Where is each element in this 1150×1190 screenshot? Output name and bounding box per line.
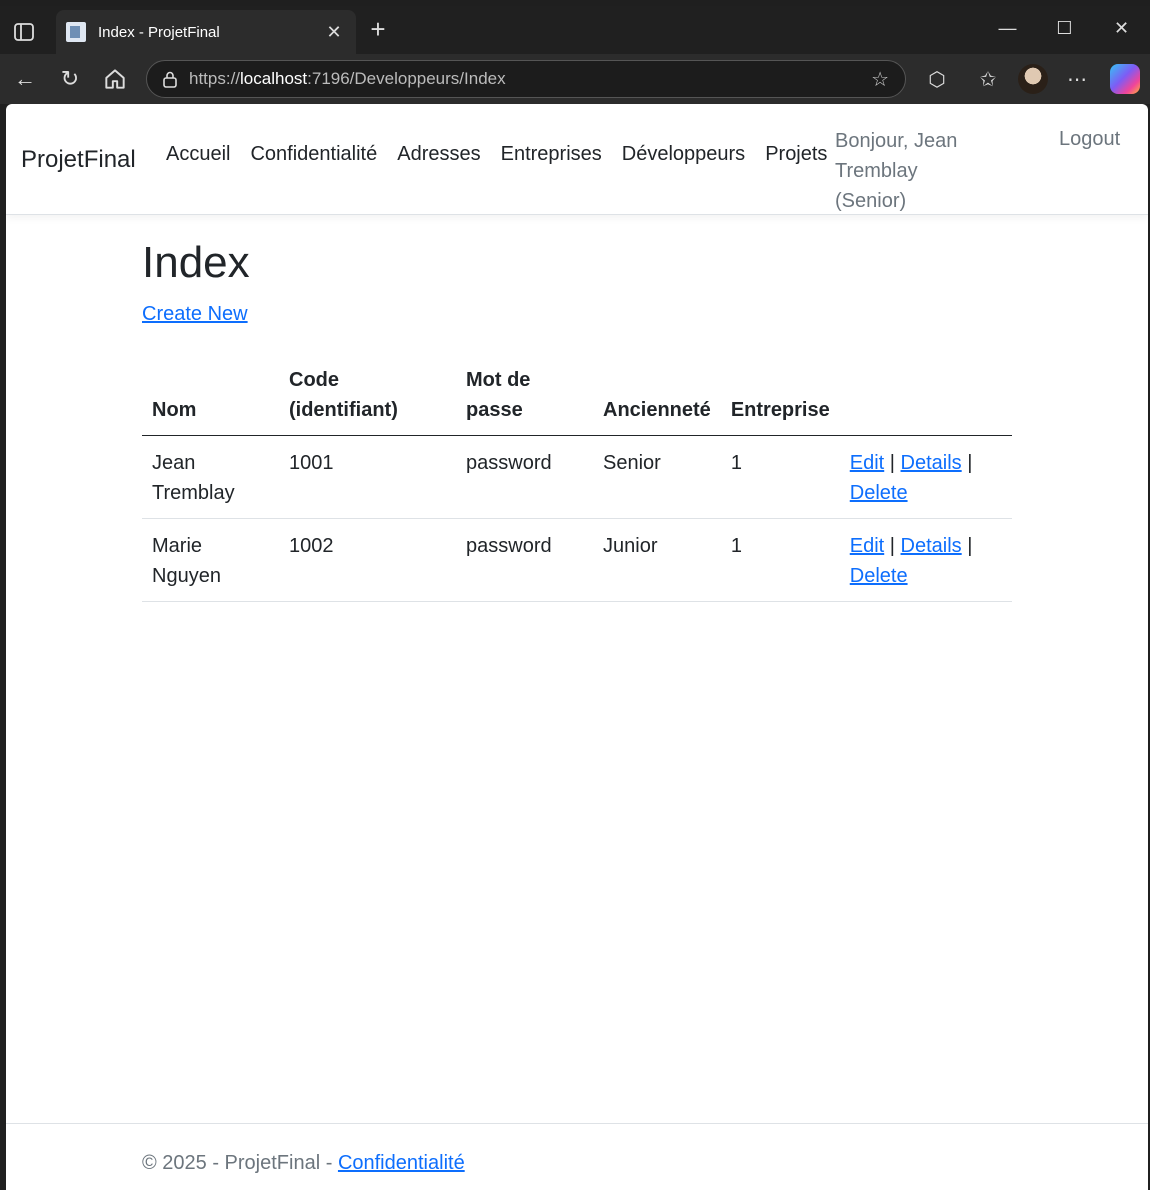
- cell-mot-de-passe: password: [456, 435, 593, 519]
- footer-text: © 2025 - ProjetFinal - Confidentialité: [142, 1152, 465, 1175]
- footer-confidentialite-link[interactable]: Confidentialité: [338, 1152, 465, 1174]
- page-title: Index: [142, 238, 250, 287]
- logout-link[interactable]: Logout: [1059, 128, 1120, 151]
- url-text[interactable]: https://localhost:7196/Developpeurs/Inde…: [189, 69, 871, 89]
- sidebar-toggle-icon[interactable]: [12, 20, 36, 44]
- tab-bar: Index - ProjetFinal ✕ + — ☐ ✕: [0, 6, 1150, 54]
- browser-tab-active[interactable]: Index - ProjetFinal ✕: [56, 10, 356, 54]
- column-header-mot-de-passe: Mot de passe: [456, 359, 593, 436]
- separator: |: [889, 535, 895, 557]
- new-tab-icon[interactable]: +: [364, 16, 392, 44]
- extensions-icon[interactable]: ⬡: [924, 66, 950, 92]
- browser-chrome: Index - ProjetFinal ✕ + — ☐ ✕ ← ↻ https:…: [0, 0, 1150, 104]
- user-greeting[interactable]: Bonjour, Jean Tremblay (Senior): [835, 126, 1045, 216]
- table-row: Jean Tremblay 1001 password Senior 1 Edit…: [142, 435, 1012, 519]
- profile-avatar[interactable]: [1018, 64, 1048, 94]
- cell-code: 1001: [279, 435, 456, 519]
- separator: |: [889, 452, 895, 474]
- copyright-text: © 2025 - ProjetFinal -: [142, 1152, 338, 1174]
- page-favicon-icon: [66, 22, 86, 42]
- cell-actions: Edit | Details | Delete: [839, 435, 1012, 519]
- tab-title: Index - ProjetFinal: [98, 23, 220, 41]
- create-new-link[interactable]: Create New: [142, 303, 248, 326]
- page-viewport: ProjetFinal Accueil Confidentialité Adre…: [6, 104, 1148, 1190]
- favorite-star-icon[interactable]: ☆: [871, 67, 889, 92]
- separator: |: [967, 452, 973, 474]
- cell-mot-de-passe: password: [456, 518, 593, 602]
- edit-link[interactable]: Edit: [850, 452, 884, 474]
- navbar-brand[interactable]: ProjetFinal: [21, 146, 136, 174]
- developpeurs-table: Nom Code (identifiant) Mot de passe Ancien…: [142, 359, 1012, 602]
- table-row: Marie Nguyen 1002 password Junior 1 Edit …: [142, 518, 1012, 602]
- nav-link-projets[interactable]: Projets: [765, 143, 827, 166]
- cell-nom: Jean Tremblay: [142, 435, 279, 519]
- nav-links: Accueil Confidentialité Adresses Entrepr…: [166, 143, 827, 166]
- nav-link-confidentialite[interactable]: Confidentialité: [250, 143, 377, 166]
- lock-icon[interactable]: [161, 70, 179, 88]
- details-link[interactable]: Details: [901, 535, 962, 557]
- window-controls: — ☐ ✕: [979, 6, 1150, 50]
- more-options-icon[interactable]: ⋯: [1064, 66, 1090, 92]
- maximize-icon[interactable]: ☐: [1036, 6, 1093, 50]
- nav-link-entreprises[interactable]: Entreprises: [501, 143, 602, 166]
- cell-code: 1002: [279, 518, 456, 602]
- nav-link-accueil[interactable]: Accueil: [166, 143, 230, 166]
- close-tab-icon[interactable]: ✕: [324, 22, 344, 43]
- cell-actions: Edit | Details | Delete: [839, 518, 1012, 602]
- nav-link-adresses[interactable]: Adresses: [397, 143, 480, 166]
- column-header-nom: Nom: [142, 359, 279, 436]
- address-row: ← ↻ https://localhost:7196/Developpeurs/…: [0, 54, 1150, 104]
- site-footer: © 2025 - ProjetFinal - Confidentialité: [6, 1123, 1148, 1190]
- favorites-icon[interactable]: ✩: [975, 66, 1001, 92]
- details-link[interactable]: Details: [901, 452, 962, 474]
- nav-link-developpeurs[interactable]: Développeurs: [622, 143, 745, 166]
- copilot-icon[interactable]: [1110, 64, 1140, 94]
- site-navbar: ProjetFinal Accueil Confidentialité Adre…: [6, 104, 1148, 215]
- column-header-code: Code (identifiant): [279, 359, 456, 436]
- table-header-row: Nom Code (identifiant) Mot de passe Ancien…: [142, 359, 1012, 436]
- close-window-icon[interactable]: ✕: [1093, 6, 1150, 50]
- back-arrow-icon[interactable]: ←: [12, 66, 38, 92]
- cell-entreprise: 1: [720, 518, 840, 602]
- greeting-name: Bonjour, Jean Tremblay: [835, 130, 958, 182]
- column-header-actions: [839, 359, 1012, 436]
- edit-link[interactable]: Edit: [850, 535, 884, 557]
- column-header-entreprise: Entreprise: [720, 359, 840, 436]
- refresh-icon[interactable]: ↻: [57, 66, 83, 92]
- home-icon[interactable]: [102, 66, 128, 92]
- cell-anciennete: Senior: [593, 435, 721, 519]
- greeting-level: (Senior): [835, 190, 907, 212]
- cell-nom: Marie Nguyen: [142, 518, 279, 602]
- minimize-icon[interactable]: —: [979, 6, 1036, 50]
- delete-link[interactable]: Delete: [850, 482, 908, 504]
- separator: |: [967, 535, 973, 557]
- column-header-anciennete: Ancienneté: [593, 359, 721, 436]
- address-bar[interactable]: https://localhost:7196/Developpeurs/Inde…: [146, 60, 906, 98]
- cell-anciennete: Junior: [593, 518, 721, 602]
- delete-link[interactable]: Delete: [850, 565, 908, 587]
- cell-entreprise: 1: [720, 435, 840, 519]
